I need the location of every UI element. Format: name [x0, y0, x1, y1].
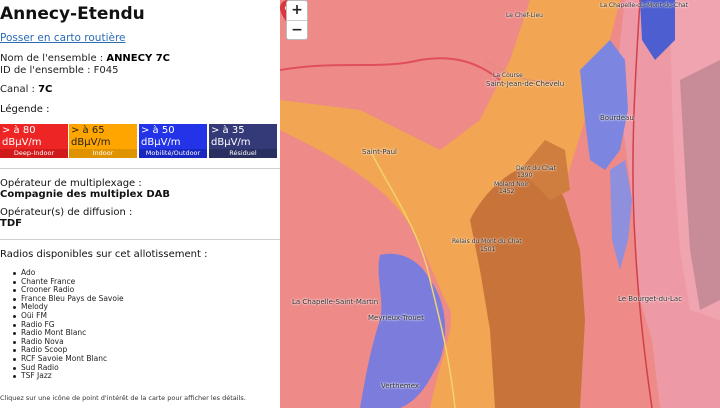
coverage-overlay [280, 0, 720, 408]
legend-indoor: > à 65 dBµV/m Indoor [69, 124, 137, 158]
canal-label: Canal : [0, 84, 39, 95]
legend-value: > à 80 dBµV/m [0, 124, 68, 149]
canal-value: 7C [38, 84, 53, 95]
ensemble-name-value: ANNECY 7C [106, 53, 170, 64]
zoom-control: + − [286, 0, 308, 40]
legend-value: > à 65 dBµV/m [69, 124, 137, 149]
ensemble-name-row: Nom de l'ensemble : ANNECY 7C [0, 53, 170, 64]
place-label: Saint-Paul [362, 148, 397, 156]
place-label: Verthemex [381, 382, 420, 390]
ensemble-id-row: ID de l'ensemble : F045 [0, 65, 118, 76]
road-map-link[interactable]: Posser en carto routière [0, 32, 126, 44]
divider [0, 168, 280, 169]
legend-residual: > à 35 dBµV/m Résiduel [209, 124, 277, 158]
legend-caption: Mobilité/Outdoor [139, 149, 207, 158]
broadcast-value: TDF [0, 218, 22, 229]
place-label: 1501 [480, 246, 496, 253]
radio-list: Ado Chante France Crooner Radio France B… [12, 268, 124, 381]
operator-value: Compagnie des multiplex DAB [0, 189, 171, 200]
place-label: Dent du Chat [516, 165, 556, 172]
legend-label: Légende : [0, 104, 50, 115]
place-label: La Chapelle-Saint-Martin [292, 298, 379, 306]
legend-caption: Résiduel [209, 149, 277, 158]
place-label: Meyrieux-Trouet [368, 314, 424, 322]
canal-row: Canal : 7C [0, 84, 52, 95]
ensemble-id-value: F045 [93, 65, 119, 76]
place-label: Le Chef-Lieu [506, 12, 543, 19]
place-label: Le Bourget-du-Lac [618, 295, 683, 303]
divider [0, 239, 280, 240]
ensemble-name-label: Nom de l'ensemble : [0, 53, 107, 64]
place-label: La Course [493, 72, 523, 79]
info-panel: Annecy-Etendu Posser en carto routière N… [0, 0, 280, 408]
place-label: La Chapelle-du-Mont-du-Chat [600, 2, 689, 9]
place-label: Bourdeau [600, 114, 634, 122]
ensemble-id-label: ID de l'ensemble : [0, 65, 94, 76]
signal-legend: > à 80 dBµV/m Deep-Indoor > à 65 dBµV/m … [0, 124, 278, 158]
list-item: TSF Jazz [12, 372, 124, 381]
place-label: Relais du Mont du Chat [452, 238, 522, 245]
coverage-map[interactable]: + − La Chapelle-du-Mont-du-Chat Le Chef-… [280, 0, 720, 408]
operator-label: Opérateur de multiplexage : [0, 178, 142, 189]
legend-deep-indoor: > à 80 dBµV/m Deep-Indoor [0, 124, 68, 158]
page-title: Annecy-Etendu [0, 4, 145, 24]
legend-value: > à 35 dBµV/m [209, 124, 277, 149]
radios-title: Radios disponibles sur cet allotissement… [0, 249, 208, 260]
legend-caption: Deep-Indoor [0, 149, 68, 158]
place-label: Molard Noir [494, 181, 529, 188]
legend-mobility-outdoor: > à 50 dBµV/m Mobilité/Outdoor [139, 124, 207, 158]
broadcast-label: Opérateur(s) de diffusion : [0, 207, 133, 218]
legend-value: > à 50 dBµV/m [139, 124, 207, 149]
place-label: 1452 [499, 188, 515, 195]
place-label: Saint-Jean-de-Chevelu [486, 80, 565, 88]
zoom-out-button[interactable]: − [287, 20, 307, 39]
zoom-in-button[interactable]: + [287, 1, 307, 20]
map-hint: Cliquez sur une icône de point d'intérêt… [0, 394, 246, 402]
place-label: 1390 [517, 172, 533, 179]
legend-caption: Indoor [69, 149, 137, 158]
